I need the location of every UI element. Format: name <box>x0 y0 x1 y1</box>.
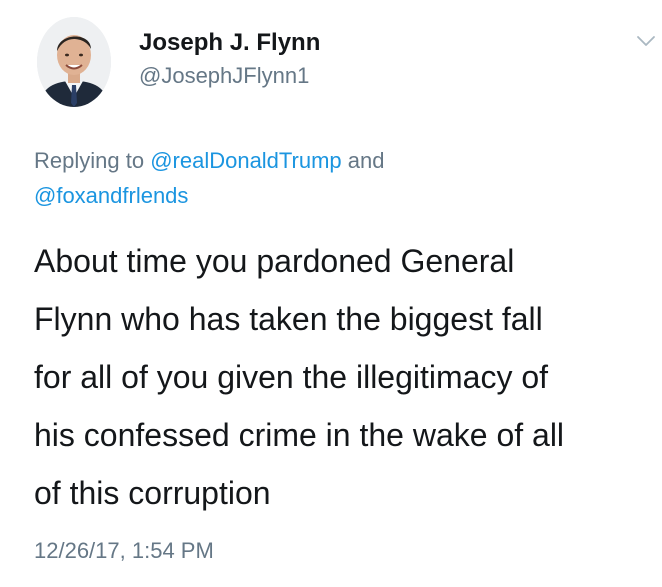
timestamp[interactable]: 12/26/17, 1:54 PM <box>34 538 214 564</box>
chevron-down-icon[interactable] <box>636 34 656 48</box>
tweet-text: About time you pardoned General Flynn wh… <box>34 232 654 522</box>
tweet-card: Joseph J. Flynn @JosephJFlynn1 Replying … <box>0 0 662 587</box>
reply-prefix: Replying to <box>34 148 151 173</box>
mention-link[interactable]: @realDonaldTrump <box>150 148 341 173</box>
reply-context: Replying to @realDonaldTrump and <box>34 148 385 174</box>
tweet-text-line: for all of you given the illegitimacy of <box>34 359 549 395</box>
tweet-text-line: Flynn who has taken the biggest fall <box>34 301 543 337</box>
mention-link[interactable]: @foxandfrlends <box>34 183 188 208</box>
user-handle[interactable]: @JosephJFlynn1 <box>139 63 309 89</box>
profile-photo-icon <box>37 17 111 107</box>
tweet-text-line: About time you pardoned General <box>34 243 515 279</box>
avatar[interactable] <box>37 17 111 107</box>
tweet-text-line: his confessed crime in the wake of all <box>34 417 565 453</box>
display-name[interactable]: Joseph J. Flynn <box>139 29 320 57</box>
reply-context-continued: @foxandfrlends <box>34 183 188 209</box>
tweet-text-line: of this corruption <box>34 475 271 511</box>
reply-connector: and <box>341 148 385 173</box>
